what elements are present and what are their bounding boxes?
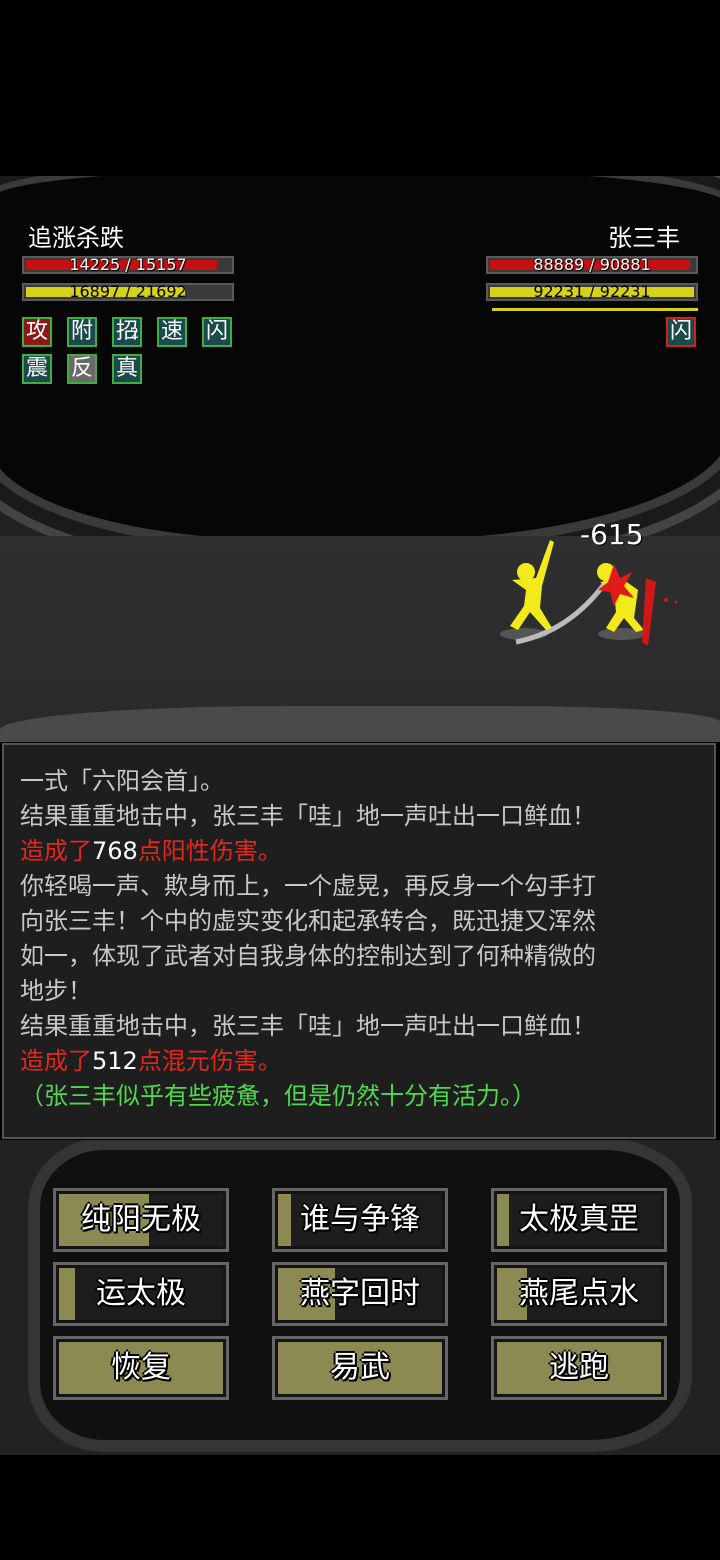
enemy-buff-label: 闪 (669, 319, 692, 344)
player-mp-bar: 16897 / 21692 (22, 283, 234, 301)
enemy-hp-text: 88889 / 90881 (533, 255, 651, 274)
skill-button-label: 恢复 (111, 1350, 171, 1385)
player-buff-label: 真 (115, 356, 138, 381)
skill-button-label: 运太极 (96, 1276, 186, 1311)
enemy-buff-0[interactable]: 闪 (666, 317, 696, 347)
top-letterbox (0, 0, 720, 176)
skill-button-label: 纯阳无极 (81, 1202, 201, 1237)
player-buff-4[interactable]: 闪 (202, 317, 232, 347)
skill-button-0[interactable]: 纯阳无极 (53, 1188, 229, 1252)
player-name: 追涨杀跌 (28, 224, 124, 252)
enemy-hp-bar: 88889 / 90881 (486, 256, 698, 274)
player-buff-label: 震 (25, 356, 48, 381)
skill-button-label: 太极真罡 (519, 1202, 639, 1237)
log-line: 如一，体现了武者对自我身体的控制达到了何种精微的 (20, 939, 702, 974)
bottom-letterbox (0, 1455, 720, 1560)
enemy-charge-line (492, 308, 698, 311)
skill-button-label: 谁与争锋 (300, 1202, 420, 1237)
skill-button-6[interactable]: 恢复 (53, 1336, 229, 1400)
log-text-segment: 768 (92, 837, 138, 865)
player-buff-5[interactable]: 震 (22, 354, 52, 384)
skill-button-2[interactable]: 太极真罡 (491, 1188, 667, 1252)
enemy-mp-text: 92231 / 92231 (533, 282, 651, 301)
log-text-segment: 结果重重地击中，张三丰「哇」地一声吐出一口鲜血！ (20, 802, 596, 830)
skill-button-7[interactable]: 易武 (272, 1336, 448, 1400)
player-buff-1[interactable]: 附 (67, 317, 97, 347)
enemy-name: 张三丰 (608, 224, 680, 252)
skill-button-4[interactable]: 燕字回时 (272, 1262, 448, 1326)
player-hp-bar: 14225 / 15157 (22, 256, 234, 274)
player-buff-0[interactable]: 攻 (22, 317, 52, 347)
player-buff-3[interactable]: 速 (157, 317, 187, 347)
log-text-segment: 地步！ (20, 977, 92, 1005)
log-line: 结果重重地击中，张三丰「哇」地一声吐出一口鲜血！ (20, 1009, 702, 1044)
log-text-segment: 512 (92, 1047, 138, 1075)
player-buff-2[interactable]: 招2 (112, 317, 142, 347)
player-figure (510, 540, 554, 630)
log-line: 造成了768点阳性伤害。 (20, 834, 702, 869)
player-buff-label: 速 (160, 319, 183, 344)
combat-log[interactable]: 一式「六阳会首」。 结果重重地击中，张三丰「哇」地一声吐出一口鲜血！ 造成了768点… (2, 743, 716, 1139)
skill-button-3[interactable]: 运太极 (53, 1262, 229, 1326)
player-buff-label: 攻 (25, 319, 48, 344)
player-hp-text: 14225 / 15157 (69, 255, 187, 274)
enemy-weapon (642, 578, 656, 646)
player-buff-label: 反 (70, 356, 93, 381)
log-line: 结果重重地击中，张三丰「哇」地一声吐出一口鲜血！ (20, 799, 702, 834)
log-line: 一式「六阳会首」。 (20, 764, 702, 799)
player-buff-7[interactable]: 真 (112, 354, 142, 384)
player-buff-count: 2 (130, 326, 139, 342)
skill-button-label: 逃跑 (549, 1350, 609, 1385)
log-line: 你轻喝一声、欺身而上，一个虚晃，再反身一个勾手打 (20, 869, 702, 904)
log-line-clipped (20, 745, 702, 764)
log-text-segment: 向张三丰！个中的虚实变化和起承转合，既迅捷又浑然 (20, 907, 596, 935)
log-text-segment: 造成了 (20, 837, 92, 865)
skill-button-8[interactable]: 逃跑 (491, 1336, 667, 1400)
skill-button-5[interactable]: 燕尾点水 (491, 1262, 667, 1326)
skill-button-label: 燕字回时 (300, 1276, 420, 1311)
player-buff-6[interactable]: 反 (67, 354, 97, 384)
log-text-segment: 一式「六阳会首」。 (20, 767, 224, 795)
log-line: 向张三丰！个中的虚实变化和起承转合，既迅捷又浑然 (20, 904, 702, 939)
damage-popup: -615 (580, 518, 644, 551)
log-text-segment: 如一，体现了武者对自我身体的控制达到了何种精微的 (20, 942, 596, 970)
log-text-segment: （张三丰似乎有些疲惫，但是仍然十分有活力。） (20, 1082, 536, 1110)
log-text-segment: 点混元伤害。 (137, 1047, 282, 1075)
log-text-segment: 点阳性伤害。 (137, 837, 282, 865)
skill-button-1[interactable]: 谁与争锋 (272, 1188, 448, 1252)
combat-log-lines: 一式「六阳会首」。 结果重重地击中，张三丰「哇」地一声吐出一口鲜血！ 造成了768点… (20, 745, 702, 1114)
arena-ground-edge (0, 706, 720, 742)
log-line: 造成了512点混元伤害。 (20, 1044, 702, 1079)
player-buff-label: 附 (70, 319, 93, 344)
enemy-mp-bar: 92231 / 92231 (486, 283, 698, 301)
skill-button-label: 燕尾点水 (519, 1276, 639, 1311)
log-text-segment: 你轻喝一声、欺身而上，一个虚晃，再反身一个勾手打 (20, 872, 596, 900)
player-mp-text: 16897 / 21692 (69, 282, 187, 301)
log-text-segment: 造成了 (20, 1047, 92, 1075)
log-text-segment: 结果重重地击中，张三丰「哇」地一声吐出一口鲜血！ (20, 1012, 596, 1040)
skill-button-label: 易武 (330, 1350, 390, 1385)
log-line: 地步！ (20, 974, 702, 1009)
enemy-figure (597, 563, 644, 632)
log-line: （张三丰似乎有些疲惫，但是仍然十分有活力。） (20, 1079, 702, 1114)
player-buff-label: 闪 (205, 319, 228, 344)
